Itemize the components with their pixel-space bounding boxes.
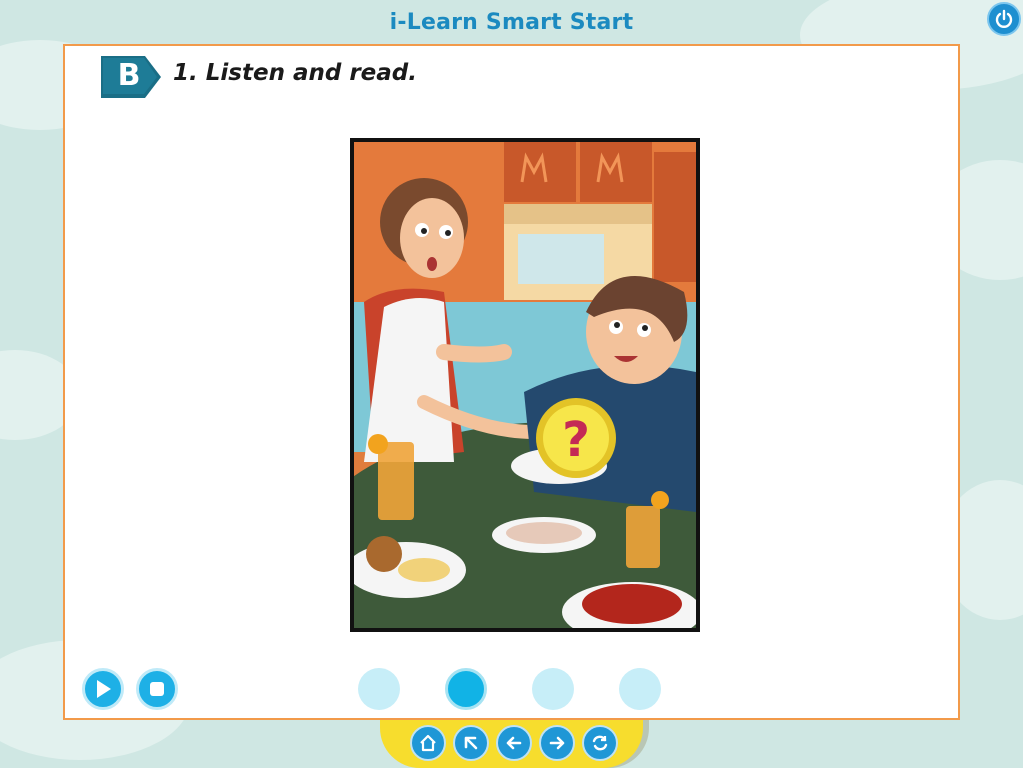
play-button[interactable] — [82, 668, 124, 710]
power-icon — [995, 9, 1013, 28]
page-dot-3[interactable] — [532, 668, 574, 710]
page-dot-4[interactable] — [619, 668, 661, 710]
story-illustration: ? — [350, 138, 700, 632]
home-button[interactable] — [410, 725, 446, 761]
menu-button[interactable] — [453, 725, 489, 761]
bottom-nav-bar — [380, 720, 643, 768]
power-button[interactable] — [987, 2, 1021, 36]
arrow-left-icon — [506, 736, 522, 750]
arrow-right-icon — [549, 736, 565, 750]
back-button[interactable] — [496, 725, 532, 761]
home-icon — [420, 734, 436, 752]
section-letter: B — [117, 58, 141, 93]
refresh-icon — [592, 735, 608, 751]
app-title: i-Learn Smart Start — [389, 10, 634, 35]
lesson-panel: B 1. Listen and read. ? — [63, 44, 960, 720]
section-badge: B — [101, 54, 163, 100]
arrow-up-left-icon — [464, 736, 478, 750]
next-button[interactable] — [539, 725, 575, 761]
stop-button[interactable] — [136, 668, 178, 710]
question-mark: ? — [562, 412, 590, 468]
play-icon — [97, 680, 111, 698]
replay-button[interactable] — [582, 725, 618, 761]
page-dot-1[interactable] — [358, 668, 400, 710]
page-dot-2[interactable] — [445, 668, 487, 710]
instruction-text: 1. Listen and read. — [173, 60, 417, 86]
stop-icon — [150, 682, 164, 696]
